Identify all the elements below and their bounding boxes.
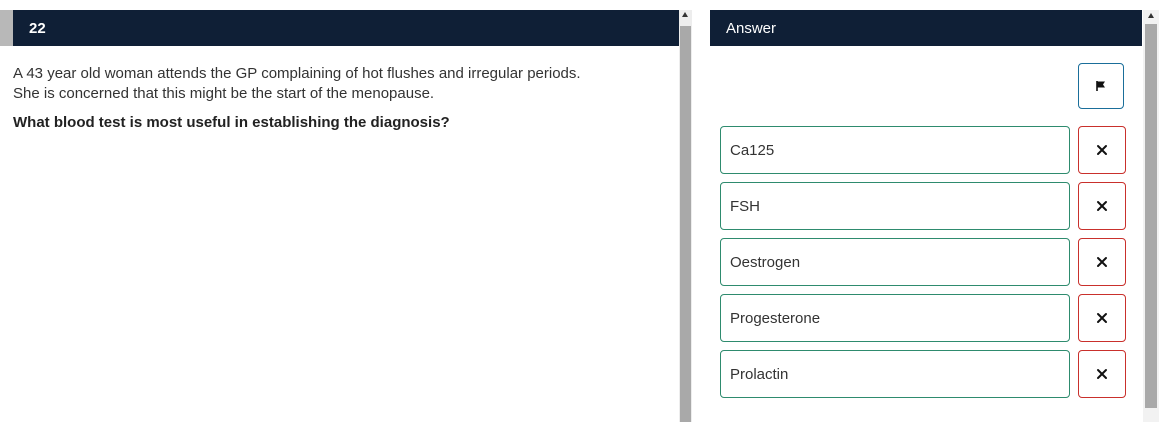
close-icon: [1097, 369, 1107, 379]
option-row: Oestrogen: [720, 238, 1126, 286]
question-stem-line: She is concerned that this might be the …: [13, 85, 435, 102]
strike-option-button[interactable]: [1078, 350, 1126, 398]
close-icon: [1097, 145, 1107, 155]
question-lead-in: What blood test is most useful in establ…: [13, 114, 450, 131]
answer-pane: Answer Ca125 FSH Oestrogen Progesterone …: [710, 10, 1142, 422]
question-stem: A 43 year old woman attends the GP compl…: [13, 64, 663, 104]
scroll-up-icon[interactable]: [1148, 13, 1154, 18]
question-stem-line: A 43 year old woman attends the GP compl…: [13, 65, 581, 82]
question-header: 22: [0, 10, 679, 46]
option-button-fsh[interactable]: FSH: [720, 182, 1070, 230]
option-button-prolactin[interactable]: Prolactin: [720, 350, 1070, 398]
option-row: Ca125: [720, 126, 1126, 174]
quiz-page: 22 A 43 year old woman attends the GP co…: [0, 0, 1159, 422]
close-icon: [1097, 201, 1107, 211]
strike-option-button[interactable]: [1078, 126, 1126, 174]
flag-button[interactable]: [1078, 63, 1124, 109]
option-button-ca125[interactable]: Ca125: [720, 126, 1070, 174]
strike-option-button[interactable]: [1078, 238, 1126, 286]
close-icon: [1097, 313, 1107, 323]
flag-icon: [1096, 81, 1105, 91]
scroll-up-icon[interactable]: [682, 12, 688, 17]
answer-scrollbar[interactable]: [1143, 10, 1159, 422]
option-button-oestrogen[interactable]: Oestrogen: [720, 238, 1070, 286]
answer-header: Answer: [710, 10, 1142, 46]
scrollbar-thumb[interactable]: [1145, 24, 1157, 408]
option-button-progesterone[interactable]: Progesterone: [720, 294, 1070, 342]
question-number: 22: [29, 19, 46, 37]
option-row: Prolactin: [720, 350, 1126, 398]
question-scrollbar[interactable]: [679, 10, 692, 422]
scrollbar-thumb[interactable]: [680, 26, 691, 422]
close-icon: [1097, 257, 1107, 267]
question-pane: 22 A 43 year old woman attends the GP co…: [0, 10, 679, 422]
strike-option-button[interactable]: [1078, 182, 1126, 230]
option-row: FSH: [720, 182, 1126, 230]
option-row: Progesterone: [720, 294, 1126, 342]
strike-option-button[interactable]: [1078, 294, 1126, 342]
header-accent-bar: [0, 10, 13, 46]
answer-title: Answer: [726, 19, 777, 37]
